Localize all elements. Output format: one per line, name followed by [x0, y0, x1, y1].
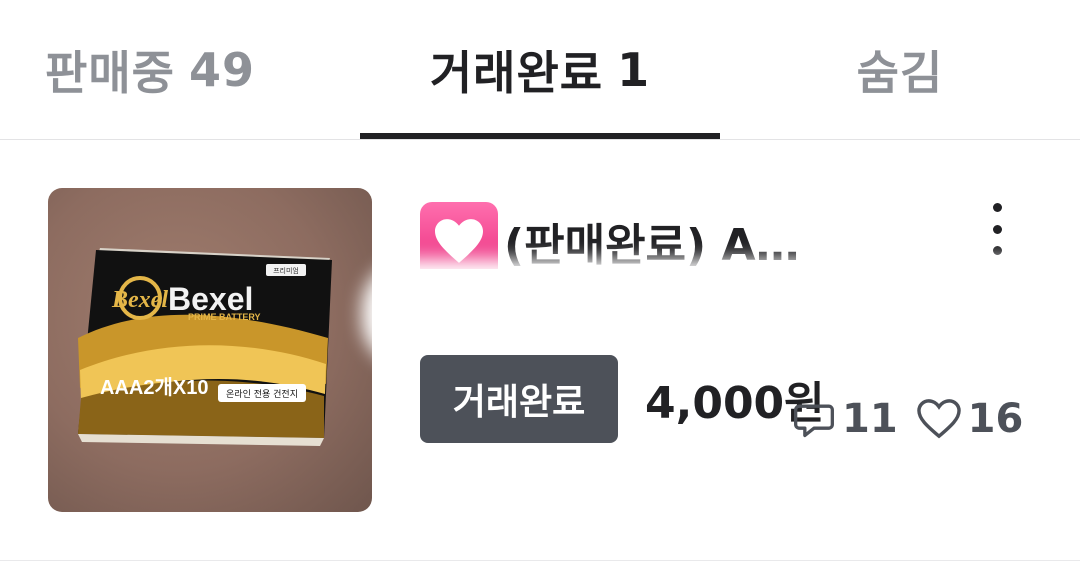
tab-count: 1	[617, 43, 651, 97]
more-options-icon[interactable]	[975, 201, 1019, 257]
item-stats: 11 16	[792, 389, 1041, 449]
item-title: (판매완료) A…	[504, 220, 800, 271]
redacted-location-area	[372, 269, 1062, 359]
tab-label: 거래완료	[429, 46, 604, 100]
thumb-subtitle-text: PRIME BATTERY	[188, 312, 261, 322]
active-tab-indicator	[360, 133, 720, 139]
chat-count: 11	[842, 396, 898, 442]
list-divider	[0, 560, 1080, 561]
tab-on-sale[interactable]: 판매중 49	[0, 0, 360, 140]
thumb-note-text: 온라인 전용 건전지	[226, 389, 298, 400]
tab-label: 숨김	[856, 46, 944, 100]
status-badge: 거래완료	[420, 355, 618, 443]
like-count: 16	[967, 396, 1024, 442]
sales-history-screen: 판매중 49 거래완료 1 숨김 Bexel Bexel PRIME BATTE…	[0, 0, 1080, 570]
product-thumbnail[interactable]: Bexel Bexel PRIME BATTERY 프리미엄 AAA2개X10 …	[48, 188, 372, 512]
tab-count: 49	[188, 43, 255, 97]
thumb-tag-text: 프리미엄	[273, 266, 299, 275]
thumb-spec-text: AAA2개X10	[100, 376, 208, 399]
list-item[interactable]: Bexel Bexel PRIME BATTERY 프리미엄 AAA2개X10 …	[0, 141, 1080, 561]
tab-hidden[interactable]: 숨김	[720, 0, 1080, 140]
heart-outline-icon	[916, 398, 962, 440]
tab-label: 판매중	[45, 46, 175, 100]
battery-box-image: Bexel Bexel PRIME BATTERY 프리미엄 AAA2개X10 …	[78, 248, 332, 446]
thumb-logo-text: Bexel	[111, 287, 168, 313]
tab-bar: 판매중 49 거래완료 1 숨김	[0, 0, 1080, 140]
chat-icon	[792, 397, 836, 441]
tab-completed[interactable]: 거래완료 1	[360, 0, 720, 140]
